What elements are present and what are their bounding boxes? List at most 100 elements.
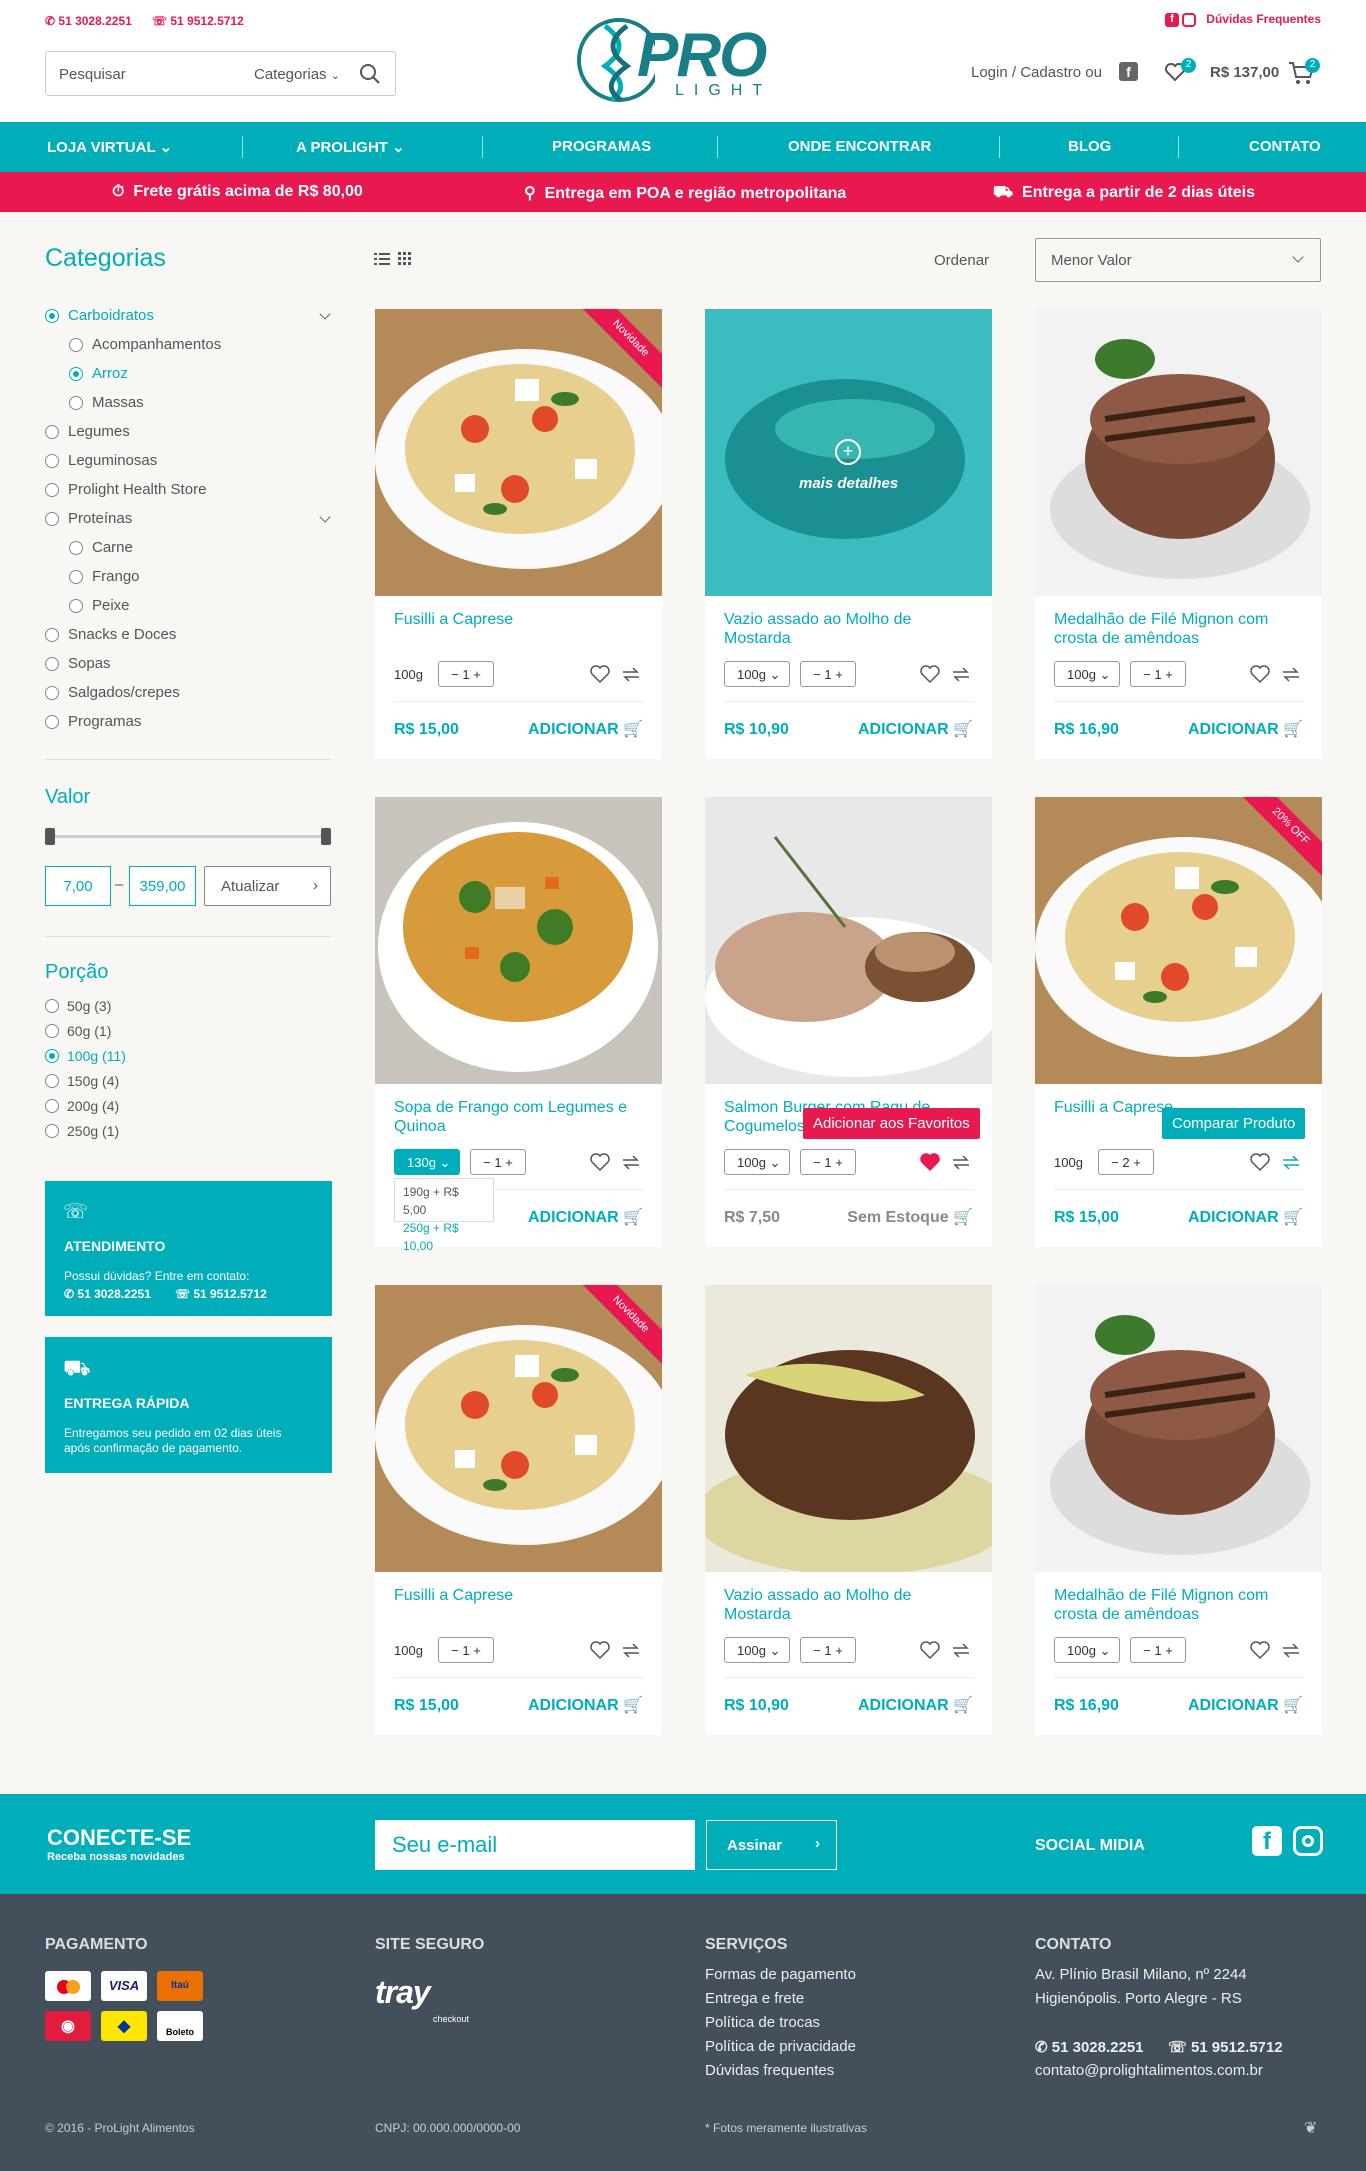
add-to-cart-button[interactable]: ADICIONAR 🛒: [1188, 1207, 1303, 1227]
product-card[interactable]: Medalhão de Filé Mignon com crosta de am…: [1035, 309, 1322, 759]
product-name[interactable]: Fusilli a Caprese: [394, 1586, 644, 1605]
compare-icon[interactable]: [949, 664, 973, 684]
category-carboidratos[interactable]: Carboidratos: [68, 307, 154, 324]
category-leguminosas[interactable]: Leguminosas: [68, 452, 157, 469]
instagram-icon[interactable]: [1182, 12, 1197, 27]
facebook-icon[interactable]: f: [1252, 1826, 1282, 1856]
radio-portion-60g[interactable]: [45, 1024, 59, 1038]
portion-50g[interactable]: 50g (3): [67, 998, 111, 1014]
nav-loja-virtual[interactable]: LOJA VIRTUAL ⌄: [47, 138, 172, 156]
search-input[interactable]: Pesquisar: [59, 66, 126, 83]
size-option[interactable]: 250g + R$ 10,00: [403, 1219, 485, 1255]
nav-programas[interactable]: PROGRAMAS: [552, 138, 651, 155]
radio-portion-100g[interactable]: [45, 1049, 59, 1063]
subscribe-button[interactable]: Assinar ›: [706, 1820, 837, 1870]
size-select[interactable]: 100g ⌄: [724, 1637, 790, 1663]
add-to-cart-button[interactable]: ADICIONAR 🛒: [1188, 1695, 1303, 1715]
footer-link-faq[interactable]: Dúvidas frequentes: [705, 2062, 834, 2079]
radio-acompanhamentos[interactable]: [69, 338, 83, 352]
cart-total[interactable]: R$ 137,00: [1210, 64, 1279, 81]
size-option[interactable]: 190g + R$ 5,00: [403, 1183, 485, 1219]
quantity-stepper[interactable]: − 1 +: [800, 1637, 856, 1663]
radio-salgados[interactable]: [45, 686, 59, 700]
add-to-cart-button[interactable]: ADICIONAR 🛒: [528, 719, 643, 739]
quantity-stepper[interactable]: − 2 +: [1098, 1149, 1154, 1175]
radio-massas[interactable]: [69, 396, 83, 410]
product-name[interactable]: Fusilli a Caprese: [394, 610, 644, 629]
add-to-cart-button[interactable]: ADICIONAR 🛒: [528, 1695, 643, 1715]
compare-icon[interactable]: [619, 1152, 643, 1172]
radio-portion-50g[interactable]: [45, 999, 59, 1013]
product-card[interactable]: 20% OFF Fusilli a Caprese 100g − 2 + Com…: [1035, 797, 1322, 1247]
portion-250g[interactable]: 250g (1): [67, 1123, 119, 1139]
product-name[interactable]: Vazio assado ao Molho de Mostarda: [724, 1586, 974, 1624]
list-view-icon[interactable]: [374, 252, 390, 266]
update-price-button[interactable]: Atualizar ›: [204, 866, 331, 906]
nav-blog[interactable]: BLOG: [1068, 138, 1111, 155]
quantity-stepper[interactable]: − 1 +: [470, 1149, 526, 1175]
footer-link-payment[interactable]: Formas de pagamento: [705, 1966, 856, 1983]
product-image[interactable]: Novidade: [375, 1285, 662, 1572]
category-sopas[interactable]: Sopas: [68, 655, 111, 672]
radio-peixe[interactable]: [69, 599, 83, 613]
radio-health-store[interactable]: [45, 483, 59, 497]
contact-email[interactable]: contato@prolightalimentos.com.br: [1035, 2062, 1263, 2079]
radio-programas[interactable]: [45, 715, 59, 729]
category-massas[interactable]: Massas: [92, 394, 144, 411]
size-select[interactable]: 100g ⌄: [1054, 661, 1120, 687]
product-card[interactable]: Sopa de Frango com Legumes e Quinoa 130g…: [375, 797, 662, 1253]
logo[interactable]: PRO LIGHT: [575, 16, 795, 104]
chevron-down-icon[interactable]: [319, 308, 331, 320]
favorite-heart-icon[interactable]: [1249, 1152, 1271, 1172]
footer-link-shipping[interactable]: Entrega e frete: [705, 1990, 804, 2007]
product-name[interactable]: Medalhão de Filé Mignon com crosta de am…: [1054, 610, 1304, 648]
product-card[interactable]: Salmon Burger com Ragu de Cogumelos 100g…: [705, 797, 992, 1247]
product-card[interactable]: Novidade Fusilli a Caprese 100g − 1 + R$…: [375, 309, 662, 759]
radio-sopas[interactable]: [45, 657, 59, 671]
nav-contato[interactable]: CONTATO: [1249, 138, 1321, 155]
footer-link-privacy[interactable]: Política de privacidade: [705, 2038, 856, 2055]
portion-200g[interactable]: 200g (4): [67, 1098, 119, 1114]
header-phone[interactable]: ✆ 51 3028.2251: [45, 14, 132, 28]
radio-leguminosas[interactable]: [45, 454, 59, 468]
radio-snacks[interactable]: [45, 628, 59, 642]
favorite-heart-icon[interactable]: [589, 664, 611, 684]
search-box[interactable]: Pesquisar Categorias ⌄: [45, 51, 396, 96]
favorite-heart-icon[interactable]: [919, 1152, 941, 1172]
search-category-select[interactable]: Categorias ⌄: [254, 66, 340, 83]
compare-icon[interactable]: [619, 1640, 643, 1660]
grid-view-icon[interactable]: [398, 252, 412, 266]
product-card[interactable]: Vazio assado ao Molho de Mostarda 100g ⌄…: [705, 1285, 992, 1735]
facebook-icon[interactable]: f: [1164, 12, 1179, 27]
radio-legumes[interactable]: [45, 425, 59, 439]
faq-link[interactable]: Dúvidas Frequentes: [1206, 12, 1321, 26]
contact-phone[interactable]: ✆ 51 3028.2251: [1035, 2038, 1144, 2056]
category-legumes[interactable]: Legumes: [68, 423, 130, 440]
product-image[interactable]: [375, 797, 662, 1084]
quantity-stepper[interactable]: − 1 +: [438, 1637, 494, 1663]
favorite-heart-icon[interactable]: [919, 1640, 941, 1660]
compare-icon[interactable]: [619, 664, 643, 684]
portion-100g[interactable]: 100g (11): [67, 1048, 126, 1064]
compare-icon[interactable]: [949, 1152, 973, 1172]
product-image[interactable]: [705, 1285, 992, 1572]
radio-portion-150g[interactable]: [45, 1074, 59, 1088]
contact-whatsapp[interactable]: ☏ 51 9512.5712: [1168, 2038, 1283, 2056]
email-input[interactable]: Seu e-mail: [375, 1820, 695, 1870]
search-icon[interactable]: [359, 63, 381, 85]
category-health-store[interactable]: Prolight Health Store: [68, 481, 206, 498]
price-min-input[interactable]: 7,00: [45, 866, 111, 906]
favorite-heart-icon[interactable]: [1249, 664, 1271, 684]
compare-icon[interactable]: [949, 1640, 973, 1660]
chevron-down-icon[interactable]: [319, 511, 331, 523]
size-select[interactable]: 100g ⌄: [724, 661, 790, 687]
portion-60g[interactable]: 60g (1): [67, 1023, 111, 1039]
add-to-cart-button[interactable]: ADICIONAR 🛒: [858, 1695, 973, 1715]
more-details-link[interactable]: mais detalhes: [799, 475, 898, 492]
radio-carboidratos[interactable]: [45, 309, 59, 323]
quantity-stepper[interactable]: − 1 +: [1130, 661, 1186, 687]
size-select[interactable]: 100g ⌄: [724, 1149, 790, 1175]
category-acompanhamentos[interactable]: Acompanhamentos: [92, 336, 221, 353]
facebook-login-icon[interactable]: f: [1119, 62, 1138, 81]
product-image[interactable]: + mais detalhes: [705, 309, 992, 596]
